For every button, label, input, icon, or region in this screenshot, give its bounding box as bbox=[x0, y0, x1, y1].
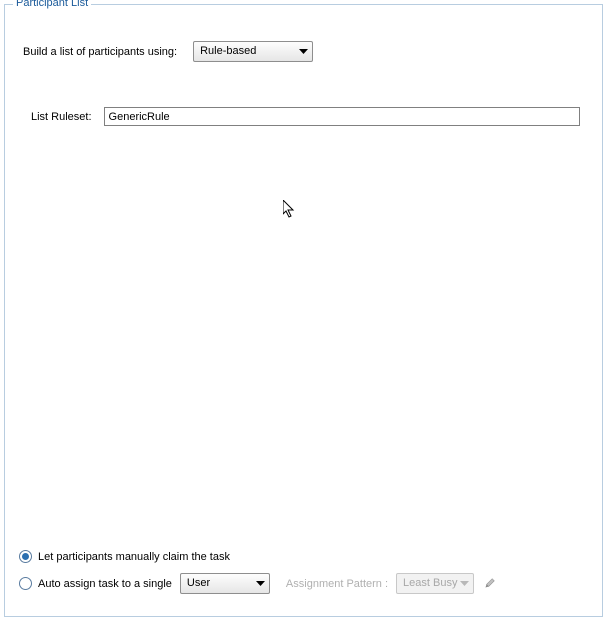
build-method-select[interactable]: Rule-based bbox=[193, 41, 313, 62]
assignment-pattern-select: Least Busy bbox=[396, 573, 474, 594]
build-method-label: Build a list of participants using: bbox=[23, 46, 177, 58]
assignee-type-select[interactable]: User bbox=[180, 573, 270, 594]
chevron-down-icon bbox=[299, 49, 308, 55]
cursor-icon bbox=[283, 200, 299, 223]
participant-list-fieldset: Participant List Build a list of partici… bbox=[4, 4, 603, 617]
ruleset-row: List Ruleset: bbox=[31, 107, 580, 126]
assignment-pattern-value: Least Busy bbox=[403, 574, 457, 593]
radio-auto[interactable] bbox=[19, 577, 32, 590]
chevron-down-icon bbox=[460, 581, 469, 587]
fieldset-legend: Participant List bbox=[13, 0, 91, 9]
assignment-pattern-label: Assignment Pattern : bbox=[286, 578, 388, 590]
build-method-value: Rule-based bbox=[200, 42, 256, 61]
chevron-down-icon bbox=[256, 581, 265, 587]
ruleset-input[interactable] bbox=[104, 107, 580, 126]
ruleset-label: List Ruleset: bbox=[31, 111, 92, 123]
build-method-row: Build a list of participants using: Rule… bbox=[23, 41, 313, 62]
radio-auto-label: Auto assign task to a single bbox=[38, 578, 172, 590]
radio-row-manual: Let participants manually claim the task bbox=[19, 546, 588, 567]
pencil-icon[interactable] bbox=[482, 577, 496, 591]
radio-manual-label: Let participants manually claim the task bbox=[38, 551, 230, 563]
assignment-section: Let participants manually claim the task… bbox=[19, 546, 588, 600]
radio-row-auto: Auto assign task to a single User Assign… bbox=[19, 573, 588, 594]
assignee-type-value: User bbox=[187, 574, 210, 593]
radio-manual[interactable] bbox=[19, 550, 32, 563]
